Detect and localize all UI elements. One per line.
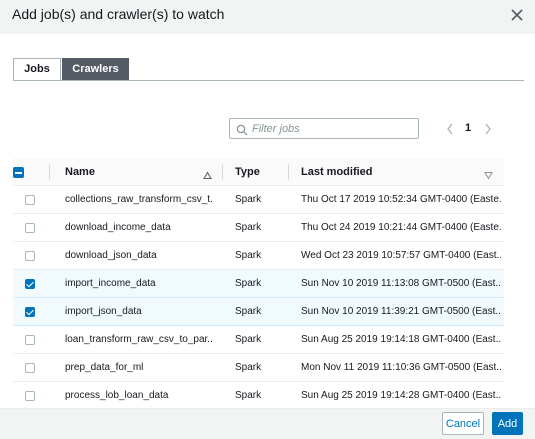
table-row[interactable]: import_income_data Spark Sun Nov 10 2019… (13, 270, 504, 298)
row-checkbox[interactable] (25, 391, 35, 401)
dialog-title: Add job(s) and crawler(s) to watch (12, 6, 225, 22)
column-header-name[interactable]: Name (65, 158, 95, 186)
job-last-modified: Wed Oct 23 2019 10:57:57 GMT-0400 (East.… (301, 250, 501, 261)
jobs-table: Name Type Last modified collections_raw_… (13, 158, 504, 410)
job-last-modified: Mon Nov 11 2019 11:10:36 GMT-0500 (East.… (301, 362, 501, 373)
tab-divider (13, 80, 524, 81)
job-name: import_income_data (65, 278, 156, 289)
tab-crawlers[interactable]: Crawlers (62, 58, 129, 81)
job-type: Spark (235, 362, 262, 373)
job-name: prep_data_for_ml (65, 362, 144, 373)
search-icon (236, 123, 248, 136)
job-type: Spark (235, 250, 262, 261)
sort-ascending-icon[interactable] (203, 167, 212, 185)
sort-descending-icon[interactable] (484, 167, 493, 185)
add-button[interactable]: Add (492, 412, 523, 435)
table-row[interactable]: loan_transform_raw_csv_to_par... Spark S… (13, 326, 504, 354)
row-checkbox[interactable] (25, 223, 35, 233)
close-icon[interactable] (506, 4, 528, 26)
table-row[interactable]: import_json_data Spark Sun Nov 10 2019 1… (13, 298, 504, 326)
table-row[interactable]: collections_raw_transform_csv_t... Spark… (13, 186, 504, 214)
job-type: Spark (235, 306, 262, 317)
column-header-last-modified[interactable]: Last modified (301, 158, 373, 186)
job-name: import_json_data (65, 306, 142, 317)
row-checkbox[interactable] (25, 335, 35, 345)
row-checkbox[interactable] (25, 279, 35, 289)
page-number[interactable]: 1 (463, 122, 473, 134)
row-checkbox[interactable] (25, 251, 35, 261)
select-all-checkbox[interactable] (13, 167, 24, 178)
job-type: Spark (235, 390, 262, 401)
row-checkbox[interactable] (25, 307, 35, 317)
job-name: process_lob_loan_data (65, 390, 169, 401)
dialog-header: Add job(s) and crawler(s) to watch (0, 0, 535, 34)
table-row[interactable]: download_income_data Spark Thu Oct 24 20… (13, 214, 504, 242)
column-divider (288, 164, 289, 180)
row-checkbox[interactable] (25, 363, 35, 373)
job-name: download_json_data (65, 250, 157, 261)
job-last-modified: Thu Oct 17 2019 10:52:34 GMT-0400 (Easte… (301, 194, 501, 205)
job-last-modified: Sun Nov 10 2019 11:39:21 GMT-0500 (East.… (301, 306, 501, 317)
job-name: download_income_data (65, 222, 171, 233)
table-row[interactable]: process_lob_loan_data Spark Sun Aug 25 2… (13, 382, 504, 410)
table-header: Name Type Last modified (13, 158, 504, 186)
job-last-modified: Thu Oct 24 2019 10:21:44 GMT-0400 (Easte… (301, 222, 501, 233)
cancel-button[interactable]: Cancel (442, 412, 484, 435)
chevron-left-icon[interactable] (445, 122, 455, 136)
job-last-modified: Sun Aug 25 2019 19:14:28 GMT-0400 (East.… (301, 390, 501, 401)
column-divider (222, 164, 223, 180)
job-last-modified: Sun Aug 25 2019 19:14:18 GMT-0400 (East.… (301, 334, 501, 345)
job-type: Spark (235, 222, 262, 233)
chevron-right-icon[interactable] (483, 122, 493, 136)
table-row[interactable]: download_json_data Spark Wed Oct 23 2019… (13, 242, 504, 270)
job-type: Spark (235, 278, 262, 289)
job-name: loan_transform_raw_csv_to_par... (65, 334, 213, 345)
column-divider (49, 164, 50, 180)
tab-jobs[interactable]: Jobs (13, 58, 61, 81)
search-box (229, 118, 419, 139)
job-type: Spark (235, 194, 262, 205)
column-header-type[interactable]: Type (235, 158, 260, 186)
job-last-modified: Sun Nov 10 2019 11:13:08 GMT-0500 (East.… (301, 278, 501, 289)
search-input[interactable] (252, 120, 412, 137)
job-type: Spark (235, 334, 262, 345)
row-checkbox[interactable] (25, 195, 35, 205)
job-name: collections_raw_transform_csv_t... (65, 194, 213, 205)
table-row[interactable]: prep_data_for_ml Spark Mon Nov 11 2019 1… (13, 354, 504, 382)
